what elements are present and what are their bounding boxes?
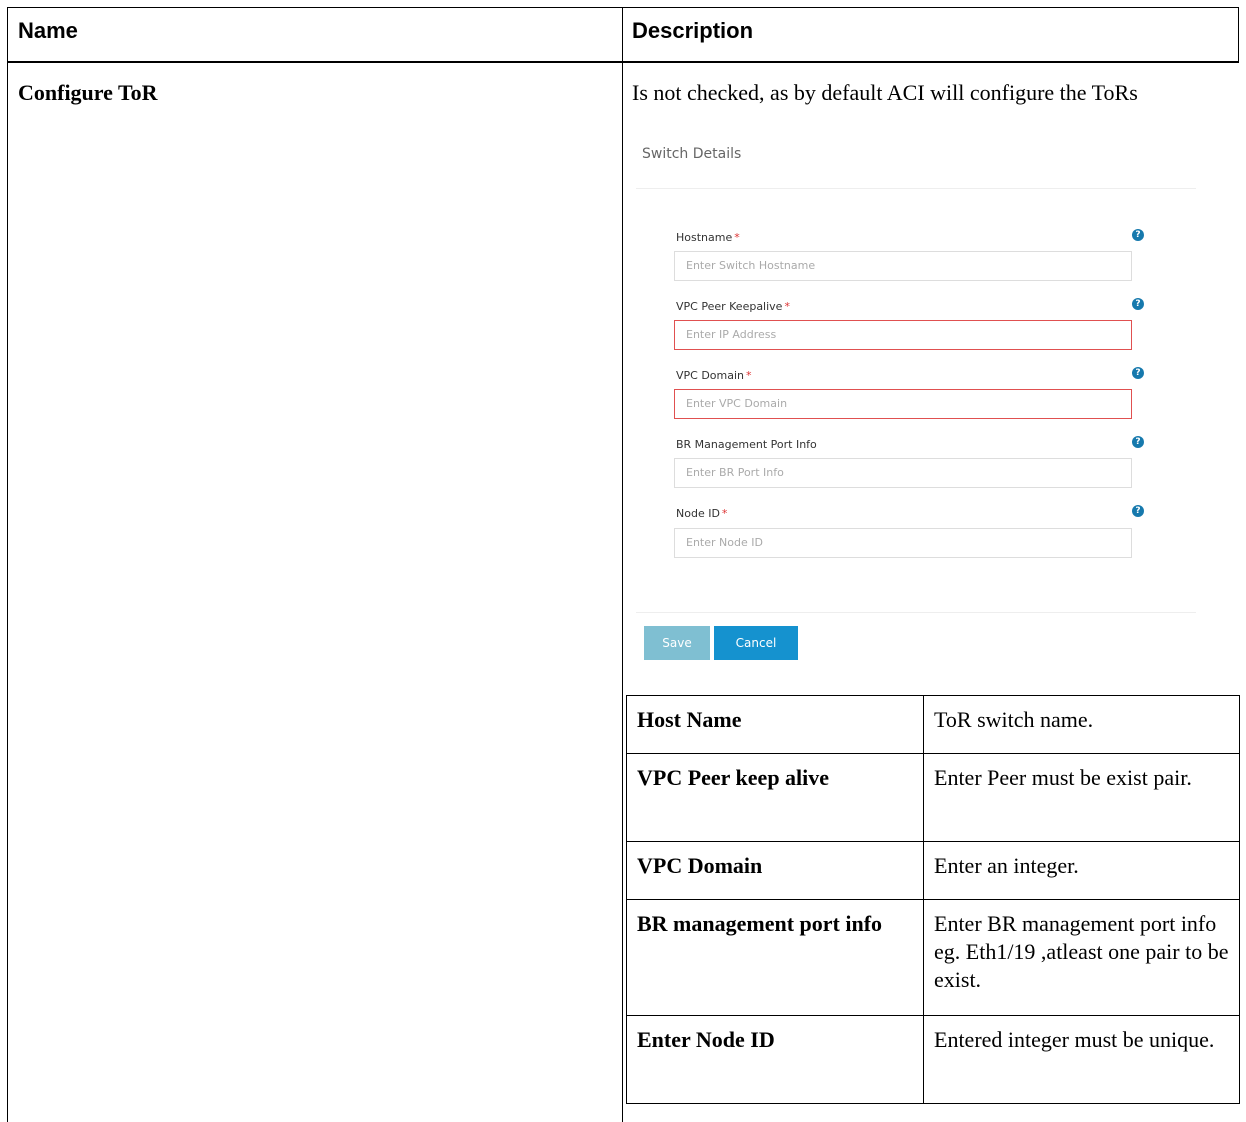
vpc-peer-keepalive-input[interactable]: Enter IP Address bbox=[674, 320, 1132, 350]
cancel-button[interactable]: Cancel bbox=[714, 626, 798, 660]
form-bottom-separator bbox=[636, 612, 1196, 613]
row-key: Host Name bbox=[626, 695, 924, 754]
vpc-domain-label: VPC Domain * bbox=[676, 369, 752, 382]
row-name-configure-tor: Configure ToR bbox=[18, 80, 158, 105]
table-top-border bbox=[7, 7, 1239, 8]
row-key: Enter Node ID bbox=[626, 1015, 924, 1104]
row-value: ToR switch name. bbox=[923, 695, 1240, 754]
node-id-input[interactable]: Enter Node ID bbox=[674, 528, 1132, 558]
table-left-border bbox=[7, 7, 8, 1122]
table-header-border bbox=[7, 61, 1239, 63]
vpc-peer-keepalive-label: VPC Peer Keepalive * bbox=[676, 300, 790, 313]
table-row: BR management port info Enter BR managem… bbox=[626, 899, 1240, 1016]
table-row: VPC Peer keep alive Enter Peer must be e… bbox=[626, 753, 1240, 842]
row-value: Enter Peer must be exist pair. bbox=[923, 753, 1240, 842]
hostname-label: Hostname * bbox=[676, 231, 740, 244]
question-icon[interactable]: ? bbox=[1132, 367, 1144, 379]
row-key: BR management port info bbox=[626, 899, 924, 1016]
row-value: Enter BR management port info eg. Eth1/1… bbox=[923, 899, 1240, 1016]
row-value: Enter an integer. bbox=[923, 841, 1240, 900]
hostname-input[interactable]: Enter Switch Hostname bbox=[674, 251, 1132, 281]
br-port-info-input[interactable]: Enter BR Port Info bbox=[674, 458, 1132, 488]
row-description: Is not checked, as by default ACI will c… bbox=[632, 80, 1138, 105]
table-row: VPC Domain Enter an integer. bbox=[626, 841, 1240, 900]
row-key: VPC Domain bbox=[626, 841, 924, 900]
table-right-border bbox=[1238, 7, 1239, 63]
table-column-divider bbox=[622, 7, 623, 1122]
form-title: Switch Details bbox=[642, 146, 742, 162]
switch-details-form: Switch Details Hostname * ? Enter Switch … bbox=[636, 118, 1220, 680]
br-management-port-info-label: BR Management Port Info bbox=[676, 438, 817, 451]
question-icon[interactable]: ? bbox=[1132, 229, 1144, 241]
row-key: VPC Peer keep alive bbox=[626, 753, 924, 842]
question-icon[interactable]: ? bbox=[1132, 505, 1144, 517]
header-description: Description bbox=[632, 18, 754, 43]
question-icon[interactable]: ? bbox=[1132, 298, 1144, 310]
save-button[interactable]: Save bbox=[644, 626, 710, 660]
node-id-label: Node ID * bbox=[676, 507, 728, 520]
table-row: Enter Node ID Entered integer must be un… bbox=[626, 1015, 1240, 1104]
field-description-table: Host Name ToR switch name. VPC Peer keep… bbox=[626, 695, 1240, 1104]
row-value: Entered integer must be unique. bbox=[923, 1015, 1240, 1104]
form-top-separator bbox=[636, 188, 1196, 189]
header-name: Name bbox=[18, 18, 78, 43]
vpc-domain-input[interactable]: Enter VPC Domain bbox=[674, 389, 1132, 419]
question-icon[interactable]: ? bbox=[1132, 436, 1144, 448]
table-row: Host Name ToR switch name. bbox=[626, 695, 1240, 754]
